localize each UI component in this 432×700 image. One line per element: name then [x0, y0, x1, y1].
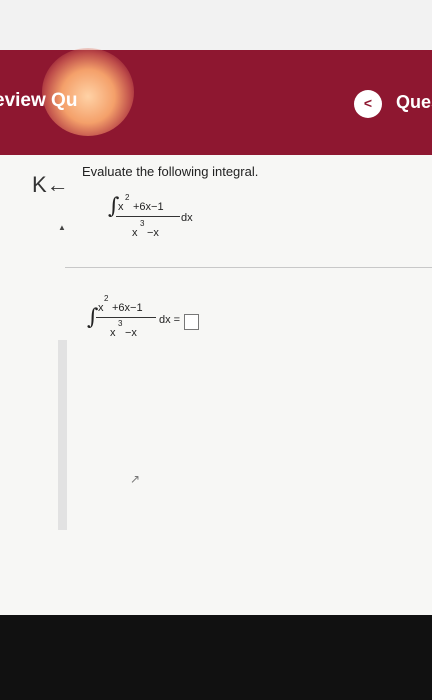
answer-denominator-terms: −x: [125, 327, 137, 339]
question-label[interactable]: Ques: [396, 92, 432, 113]
denominator-x: x: [132, 227, 138, 239]
answer-denominator-exponent: 3: [118, 319, 123, 328]
numerator-exponent: 2: [125, 193, 130, 202]
answer-fraction-bar: [96, 317, 156, 318]
answer-numerator-x: x: [98, 302, 104, 314]
bottom-bezel: [0, 615, 432, 700]
answer-equals: dx =: [159, 314, 181, 326]
scrollbar[interactable]: [58, 340, 67, 530]
section-divider: [65, 267, 432, 268]
collapse-icon[interactable]: K←: [32, 172, 69, 198]
previous-button[interactable]: <: [354, 90, 382, 118]
numerator-x: x: [118, 201, 124, 213]
answer-numerator-exponent: 2: [104, 294, 109, 303]
answer-input-box[interactable]: [184, 314, 199, 330]
numerator-terms: +6x−1: [133, 201, 164, 213]
denominator-terms: −x: [147, 227, 159, 239]
mouse-cursor-icon: ↗: [130, 472, 141, 486]
fraction-bar: [116, 216, 180, 217]
question-prompt: Evaluate the following integral.: [82, 164, 259, 179]
top-band: [0, 0, 432, 50]
answer-numerator-terms: +6x−1: [112, 302, 143, 314]
differential: dx: [181, 212, 193, 224]
denominator-exponent: 3: [140, 219, 145, 228]
scroll-up-icon[interactable]: ▲: [58, 223, 66, 232]
answer-denominator-x: x: [110, 327, 116, 339]
review-quiz-title: eview Qu: [0, 90, 78, 111]
